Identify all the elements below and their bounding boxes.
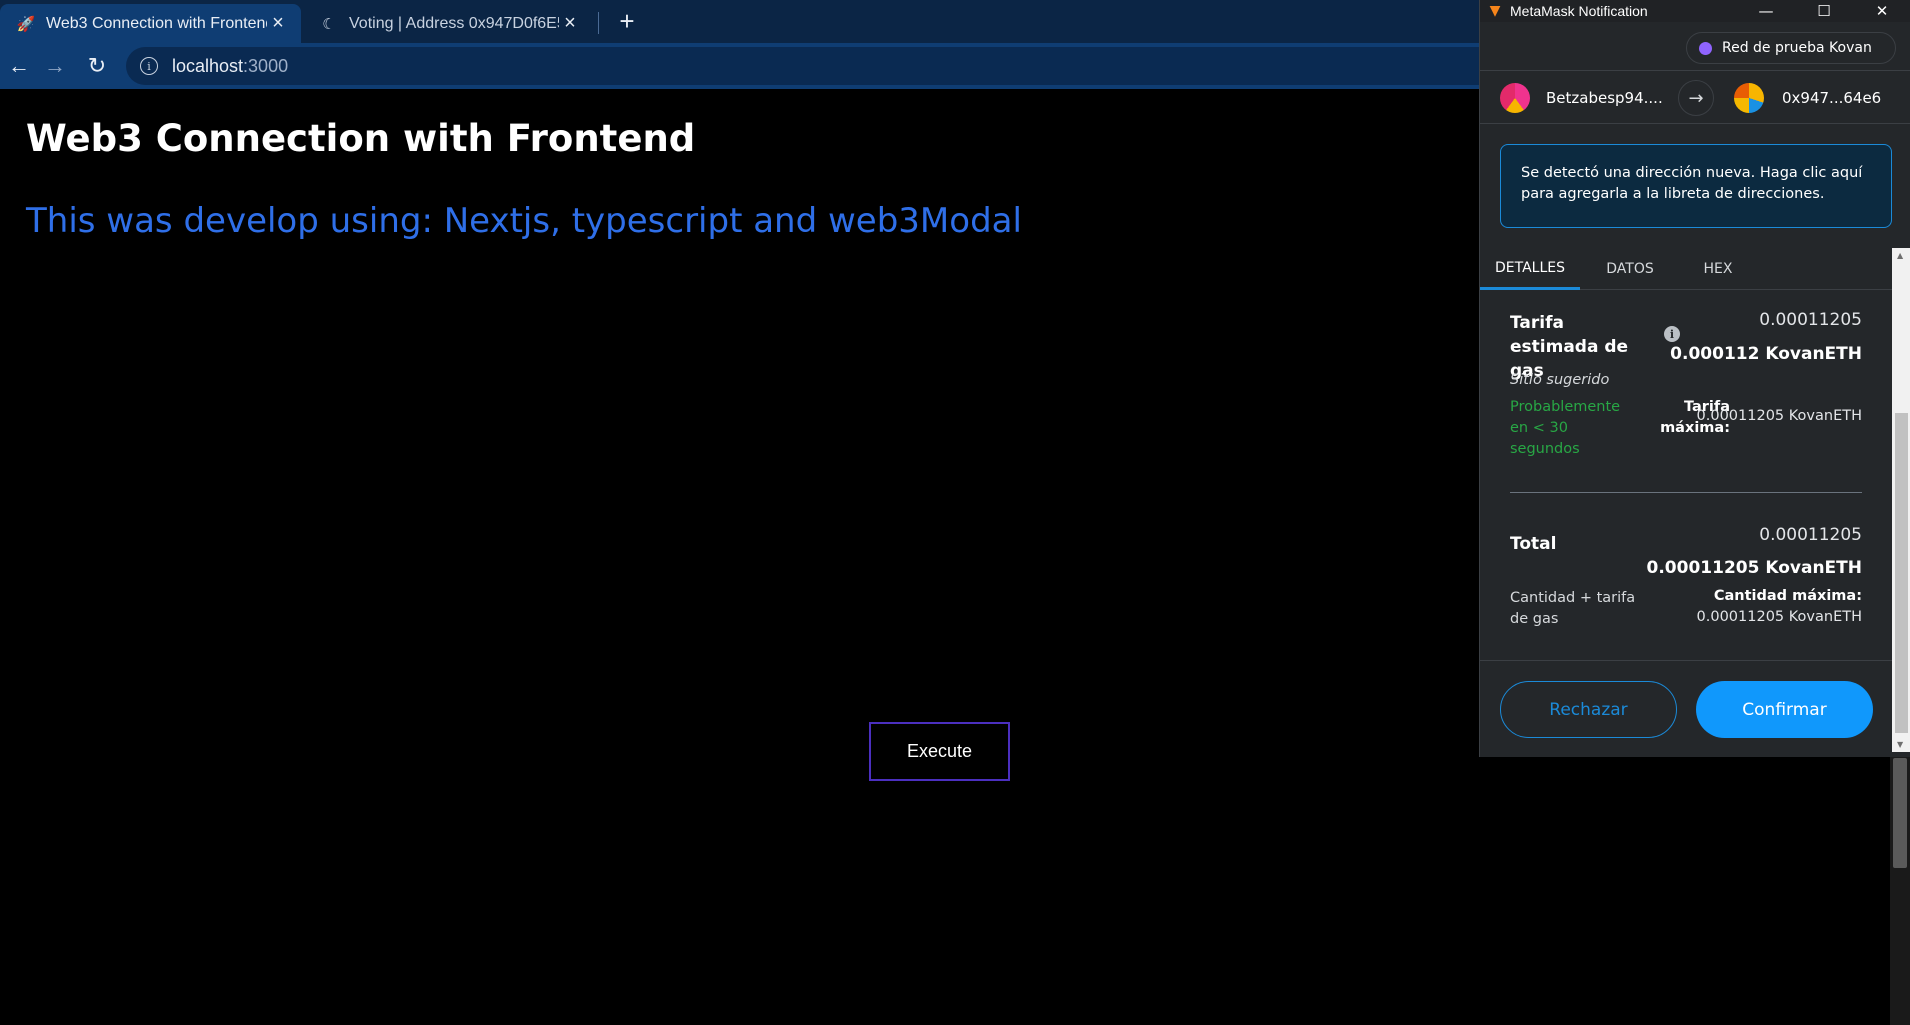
details-tabs: DETALLES DATOS HEX: [1480, 248, 1892, 290]
recipient-avatar: [1734, 83, 1764, 113]
moon-icon: ☾: [322, 15, 336, 33]
close-icon[interactable]: ×: [559, 12, 581, 35]
total-secondary: 0.00011205: [1759, 525, 1862, 545]
total-primary: 0.00011205 KovanETH: [1646, 558, 1862, 578]
page-scrollbar[interactable]: [1890, 750, 1910, 1025]
url-text: localhost:3000: [172, 55, 289, 76]
site-suggested-link[interactable]: Sitio sugerido: [1510, 372, 1609, 388]
max-amount-value: 0.00011205 KovanETH: [1696, 609, 1862, 625]
metamask-window: ▼ MetaMask Notification — ☐ ✕ Red de pru…: [1479, 0, 1910, 757]
action-footer: Rechazar Confirmar: [1480, 660, 1892, 757]
forward-arrow-icon[interactable]: →: [40, 51, 70, 81]
page-title: Web3 Connection with Frontend: [26, 117, 696, 160]
rocket-icon: 🚀: [16, 15, 36, 33]
confirm-button[interactable]: Confirmar: [1696, 681, 1873, 738]
close-icon[interactable]: ✕: [1853, 0, 1910, 22]
tab-title: Voting | Address 0x947D0f6E593: [349, 14, 559, 32]
back-arrow-icon[interactable]: ←: [4, 51, 34, 81]
tab-divider: [598, 12, 599, 34]
network-dot-icon: [1699, 41, 1712, 55]
amount-plus-fee-label: Cantidad + tarifa de gas: [1510, 590, 1636, 627]
recipient-address[interactable]: 0x947...64e6: [1782, 89, 1881, 107]
estimated-time: Probablemente en < 30 segundos: [1510, 399, 1621, 457]
info-icon[interactable]: i: [1664, 326, 1680, 342]
tab-data[interactable]: DATOS: [1580, 248, 1680, 290]
metamask-titlebar: ▼ MetaMask Notification — ☐ ✕: [1480, 0, 1910, 22]
divider: [1510, 492, 1862, 493]
tab-web3-connection[interactable]: 🚀 Web3 Connection with Frontend ×: [0, 4, 301, 43]
new-tab-button[interactable]: +: [612, 6, 642, 36]
info-icon[interactable]: i: [140, 57, 158, 75]
scrollbar-thumb[interactable]: [1895, 413, 1908, 733]
metamask-fox-icon: ▼: [1489, 3, 1501, 19]
window-title: MetaMask Notification: [1510, 3, 1648, 19]
scroll-up-icon[interactable]: ▲: [1897, 251, 1903, 260]
reload-icon[interactable]: ↻: [82, 51, 112, 81]
max-amount-label: Cantidad máxima:: [1713, 588, 1862, 604]
scrollbar-thumb[interactable]: [1893, 758, 1907, 868]
sender-avatar: [1500, 83, 1530, 113]
page-subtitle: This was develop using: Nextjs, typescri…: [26, 201, 1022, 241]
sender-recipient-bar: Betzabesp94.... → 0x947...64e6: [1480, 70, 1910, 124]
minimize-icon[interactable]: —: [1737, 0, 1795, 22]
popup-scrollbar[interactable]: ▲ ▼: [1892, 248, 1910, 752]
close-icon[interactable]: ×: [267, 12, 289, 35]
gas-fee-primary: 0.000112 KovanETH: [1670, 344, 1862, 364]
network-name: Red de prueba Kovan: [1722, 40, 1872, 56]
reject-button[interactable]: Rechazar: [1500, 681, 1677, 738]
gas-fee-secondary: 0.00011205: [1759, 310, 1862, 330]
total-label: Total: [1510, 534, 1557, 554]
address-bar[interactable]: i localhost:3000: [126, 47, 1526, 85]
execute-button[interactable]: Execute: [869, 722, 1010, 781]
new-address-banner[interactable]: Se detectó una dirección nueva. Haga cli…: [1500, 144, 1892, 228]
max-fee-value: 0.00011205 KovanETH: [1696, 408, 1862, 424]
tab-voting[interactable]: ☾ Voting | Address 0x947D0f6E593 ×: [303, 4, 593, 43]
tab-details[interactable]: DETALLES: [1480, 248, 1580, 290]
network-selector[interactable]: Red de prueba Kovan: [1686, 32, 1896, 64]
tab-title: Web3 Connection with Frontend: [46, 14, 267, 32]
scroll-down-icon[interactable]: ▼: [1897, 740, 1903, 749]
arrow-right-icon: →: [1678, 80, 1714, 116]
maximize-icon[interactable]: ☐: [1795, 0, 1853, 22]
tab-hex[interactable]: HEX: [1680, 248, 1756, 290]
sender-name[interactable]: Betzabesp94....: [1546, 89, 1663, 107]
